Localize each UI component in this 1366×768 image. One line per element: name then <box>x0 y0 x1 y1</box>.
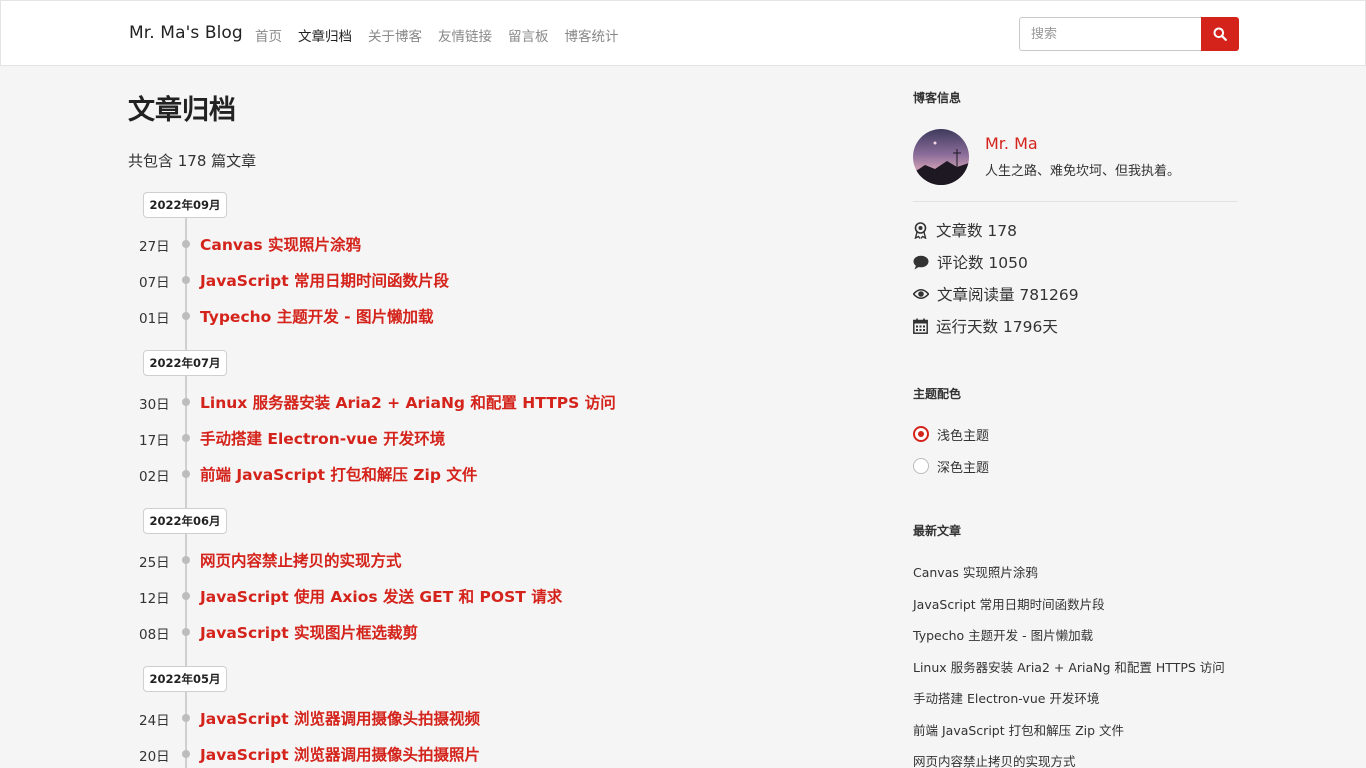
archive-post: 01日 Typecho 主题开发 - 图片懒加载 <box>128 304 828 328</box>
author-name[interactable]: Mr. Ma <box>985 134 1038 153</box>
theme-light-option[interactable]: 浅色主题 <box>913 424 989 444</box>
post-link[interactable]: 网页内容禁止拷贝的实现方式 <box>200 549 402 571</box>
post-day: 08日 <box>139 627 170 643</box>
radio-unchecked-icon[interactable] <box>913 458 929 474</box>
post-link[interactable]: JavaScript 实现图片框选裁剪 <box>200 621 418 643</box>
archive-post: 27日 Canvas 实现照片涂鸦 <box>128 232 828 256</box>
search-icon <box>1213 27 1227 41</box>
search-button[interactable] <box>1201 17 1239 51</box>
avatar[interactable] <box>913 129 969 185</box>
timeline-dot <box>182 628 190 636</box>
archive-timeline: 2022年09月 27日 Canvas 实现照片涂鸦 07日 JavaScrip… <box>128 192 828 768</box>
stat-articles: 文章数 178 <box>913 219 1017 241</box>
post-link[interactable]: JavaScript 常用日期时间函数片段 <box>200 269 449 291</box>
page-title: 文章归档 <box>128 95 236 126</box>
post-link[interactable]: JavaScript 浏览器调用摄像头拍摄照片 <box>200 743 480 765</box>
avatar-image <box>913 129 969 185</box>
recent-post-link[interactable]: 网页内容禁止拷贝的实现方式 <box>913 751 1076 768</box>
theme-dark-option[interactable]: 深色主题 <box>913 456 989 476</box>
archive-post: 12日 JavaScript 使用 Axios 发送 GET 和 POST 请求 <box>128 584 828 608</box>
archive-post: 02日 前端 JavaScript 打包和解压 Zip 文件 <box>128 462 828 486</box>
month-badge: 2022年07月 <box>143 350 227 376</box>
archive-post: 07日 JavaScript 常用日期时间函数片段 <box>128 268 828 292</box>
recent-post-link[interactable]: 手动搭建 Electron-vue 开发环境 <box>913 688 1099 707</box>
post-day: 27日 <box>139 239 170 255</box>
archive-post: 17日 手动搭建 Electron-vue 开发环境 <box>128 426 828 450</box>
stat-views: 文章阅读量 781269 <box>913 283 1079 305</box>
archive-post: 20日 JavaScript 浏览器调用摄像头拍摄照片 <box>128 742 828 766</box>
stat-text: 文章数 178 <box>936 222 1018 240</box>
timeline-dot <box>182 470 190 478</box>
timeline-dot <box>182 312 190 320</box>
post-day: 07日 <box>139 275 170 291</box>
search-input[interactable] <box>1019 17 1201 51</box>
nav-links[interactable]: 友情链接 <box>438 25 492 45</box>
timeline-dot <box>182 434 190 442</box>
site-brand[interactable]: Mr. Ma's Blog <box>129 23 243 43</box>
recent-post-link[interactable]: Canvas 实现照片涂鸦 <box>913 562 1038 581</box>
blog-info-heading: 博客信息 <box>913 91 962 105</box>
nav-archive[interactable]: 文章归档 <box>298 25 352 45</box>
post-day: 02日 <box>139 469 170 485</box>
post-link[interactable]: Canvas 实现照片涂鸦 <box>200 233 361 255</box>
post-link[interactable]: Typecho 主题开发 - 图片懒加载 <box>200 305 433 327</box>
archive-post: 25日 网页内容禁止拷贝的实现方式 <box>128 548 828 572</box>
award-icon <box>914 221 927 239</box>
post-link[interactable]: 前端 JavaScript 打包和解压 Zip 文件 <box>200 463 477 485</box>
recent-post-link[interactable]: Typecho 主题开发 - 图片懒加载 <box>913 625 1093 644</box>
timeline-dot <box>182 556 190 564</box>
timeline-dot <box>182 398 190 406</box>
archive-post: 30日 Linux 服务器安装 Aria2 + AriaNg 和配置 HTTPS… <box>128 390 828 414</box>
month-badge: 2022年06月 <box>143 508 227 534</box>
stat-text: 文章阅读量 781269 <box>937 286 1079 304</box>
archive-post: 08日 JavaScript 实现图片框选裁剪 <box>128 620 828 644</box>
recent-posts-heading: 最新文章 <box>913 524 962 538</box>
search-box <box>1019 17 1239 51</box>
timeline-dot <box>182 240 190 248</box>
theme-label: 浅色主题 <box>937 428 990 444</box>
timeline-dot <box>182 750 190 758</box>
recent-post-link[interactable]: Linux 服务器安装 Aria2 + AriaNg 和配置 HTTPS 访问 <box>913 657 1225 676</box>
post-day: 20日 <box>139 749 170 765</box>
recent-post-link[interactable]: JavaScript 常用日期时间函数片段 <box>913 594 1105 613</box>
post-day: 12日 <box>139 591 170 607</box>
theme-label: 深色主题 <box>937 460 990 476</box>
post-day: 24日 <box>139 713 170 729</box>
stat-text: 运行天数 1796天 <box>936 318 1058 336</box>
post-link[interactable]: JavaScript 使用 Axios 发送 GET 和 POST 请求 <box>200 585 562 607</box>
timeline-dot <box>182 276 190 284</box>
post-day: 30日 <box>139 397 170 413</box>
nav-stats[interactable]: 博客统计 <box>565 25 619 45</box>
post-day: 17日 <box>139 433 170 449</box>
calendar-icon <box>913 318 928 334</box>
post-link[interactable]: 手动搭建 Electron-vue 开发环境 <box>200 427 445 449</box>
post-link[interactable]: JavaScript 浏览器调用摄像头拍摄视频 <box>200 707 480 729</box>
month-badge: 2022年05月 <box>143 666 227 692</box>
post-link[interactable]: Linux 服务器安装 Aria2 + AriaNg 和配置 HTTPS 访问 <box>200 391 616 413</box>
divider <box>913 201 1238 202</box>
stat-text: 评论数 1050 <box>937 254 1028 272</box>
main-nav: 首页 文章归档 关于博客 友情链接 留言板 博客统计 <box>255 25 619 45</box>
author-motto: 人生之路、难免坎坷、但我执着。 <box>985 164 1181 179</box>
month-badge: 2022年09月 <box>143 192 227 218</box>
nav-about[interactable]: 关于博客 <box>368 25 422 45</box>
recent-post-link[interactable]: 前端 JavaScript 打包和解压 Zip 文件 <box>913 720 1124 739</box>
site-header: Mr. Ma's Blog 首页 文章归档 关于博客 友情链接 留言板 博客统计 <box>0 0 1366 66</box>
nav-guestbook[interactable]: 留言板 <box>508 25 549 45</box>
stat-days: 运行天数 1796天 <box>913 315 1058 337</box>
comment-icon <box>913 255 929 269</box>
timeline-dot <box>182 714 190 722</box>
archive-post: 24日 JavaScript 浏览器调用摄像头拍摄视频 <box>128 706 828 730</box>
theme-heading: 主题配色 <box>913 387 962 401</box>
stat-comments: 评论数 1050 <box>913 251 1028 273</box>
post-count: 共包含 178 篇文章 <box>128 152 257 170</box>
timeline-dot <box>182 592 190 600</box>
post-day: 01日 <box>139 311 170 327</box>
eye-icon <box>913 288 929 300</box>
radio-checked-icon[interactable] <box>913 426 929 442</box>
nav-home[interactable]: 首页 <box>255 25 282 45</box>
post-day: 25日 <box>139 555 170 571</box>
